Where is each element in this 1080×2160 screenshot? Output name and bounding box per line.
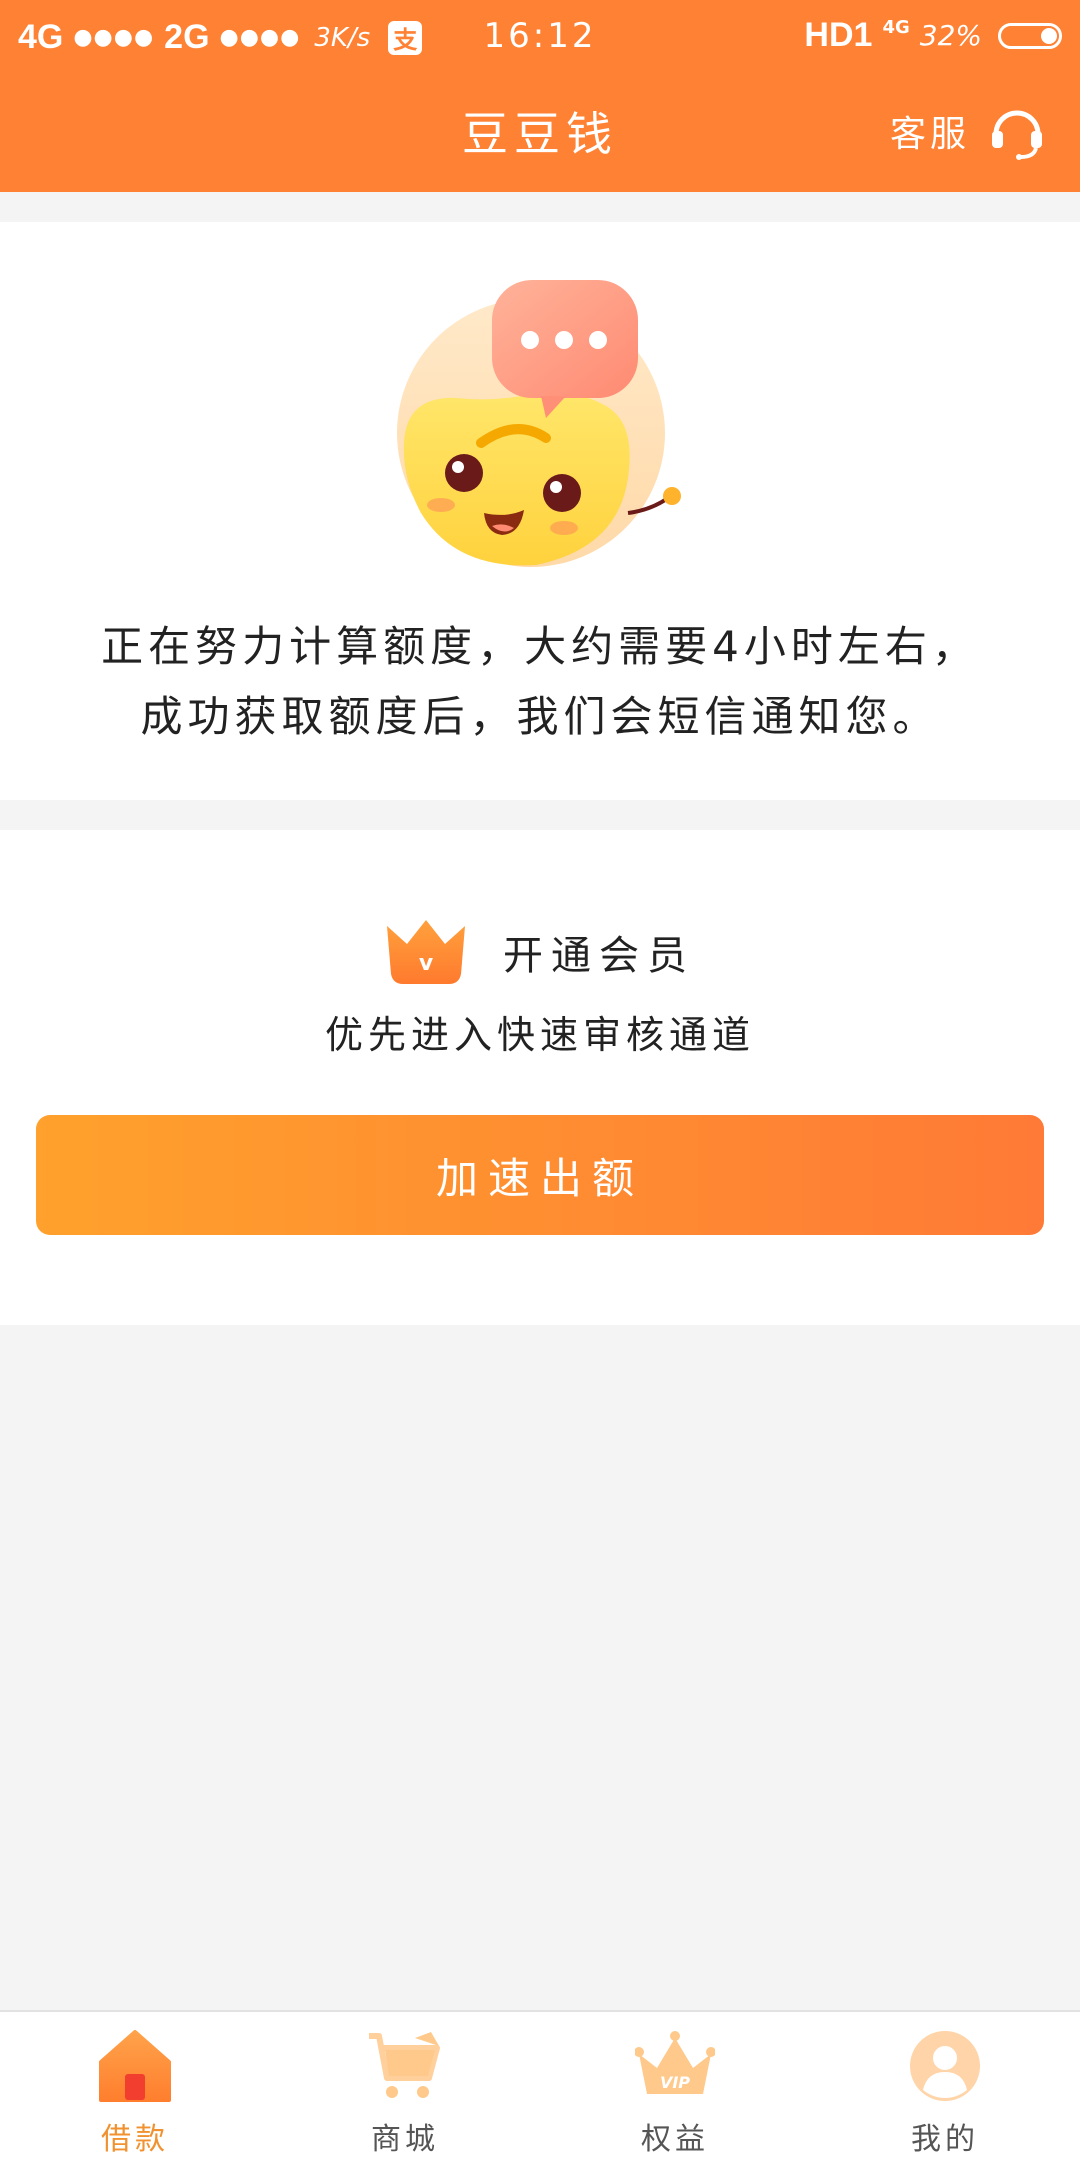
member-title: 开通会员 <box>503 933 695 979</box>
nav-label-benefits: 权益 <box>641 2122 709 2157</box>
net-type: 4G <box>882 16 910 38</box>
nav-item-benefits[interactable]: VIP 权益 <box>540 2012 810 2160</box>
nav-item-mine[interactable]: 我的 <box>810 2012 1080 2160</box>
bottom-nav: 借款 商城 VIP 权益 我的 <box>0 2010 1080 2160</box>
nav-label-mine: 我的 <box>911 2122 979 2157</box>
hd-indicator: HD1 <box>804 16 873 54</box>
nav-item-loan[interactable]: 借款 <box>0 2012 270 2160</box>
calculating-line-2: 成功获取额度后，我们会短信通知您。 <box>140 692 940 741</box>
vip-crown-icon: VIP <box>635 2031 715 2094</box>
member-subtitle: 优先进入快速审核通道 <box>324 1013 755 1057</box>
status-right: HD1 4G 32% <box>804 16 1062 55</box>
calculating-message: 正在努力计算额度，大约需要4小时左右， 成功获取额度后，我们会短信通知您。 <box>0 612 1080 752</box>
crown-icon: v <box>387 920 465 984</box>
profile-icon <box>910 2031 980 2101</box>
speed-up-button[interactable]: 加速出额 <box>36 1115 1044 1235</box>
battery-percent: 32% <box>919 19 982 52</box>
status-bar: 4G ●●●● 2G ●●●● 3K/s 支 16:12 HD1 4G 32% <box>0 0 1080 72</box>
home-icon <box>99 2030 171 2102</box>
headset-icon <box>992 110 1042 160</box>
mascot-illustration <box>397 280 681 567</box>
service-label: 客服 <box>889 114 970 155</box>
nav-label-loan: 借款 <box>101 2122 169 2157</box>
calculating-line-1: 正在努力计算额度，大约需要4小时左右， <box>101 622 979 671</box>
crown-mark: v <box>419 951 434 976</box>
top-bar: 4G ●●●● 2G ●●●● 3K/s 支 16:12 HD1 4G 32% … <box>0 0 1080 192</box>
battery-icon <box>998 22 1062 49</box>
vip-text: VIP <box>660 2073 690 2092</box>
customer-service-button[interactable]: 客服 <box>890 102 1046 160</box>
nav-label-mall: 商城 <box>371 2122 439 2157</box>
nav-item-mall[interactable]: 商城 <box>270 2012 540 2160</box>
cart-icon <box>369 2032 440 2098</box>
member-card <box>0 830 1080 1325</box>
member-title-row: v 开通会员 <box>0 918 1080 986</box>
